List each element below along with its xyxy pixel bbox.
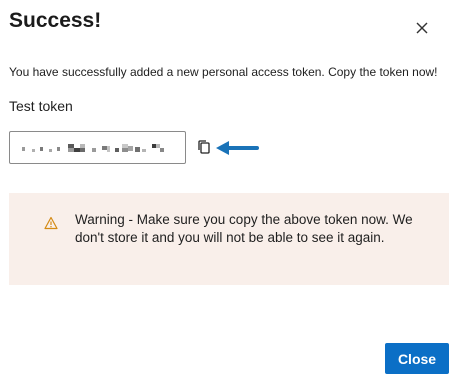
warning-triangle-icon: [44, 216, 58, 230]
token-value-field[interactable]: [9, 131, 186, 164]
close-icon[interactable]: [412, 18, 432, 38]
token-name-label: Test token: [9, 98, 73, 114]
warning-text: Warning - Make sure you copy the above t…: [75, 212, 413, 245]
masked-token-pixels: [22, 144, 164, 152]
dialog-title: Success!: [9, 9, 102, 32]
copy-icon[interactable]: [196, 139, 212, 155]
warning-banner: Warning - Make sure you copy the above t…: [9, 193, 449, 285]
success-message: You have successfully added a new person…: [9, 65, 438, 79]
success-dialog: Success! You have successfully added a n…: [0, 0, 460, 388]
arrow-annotation-icon: [214, 138, 260, 158]
close-button[interactable]: Close: [385, 343, 449, 374]
